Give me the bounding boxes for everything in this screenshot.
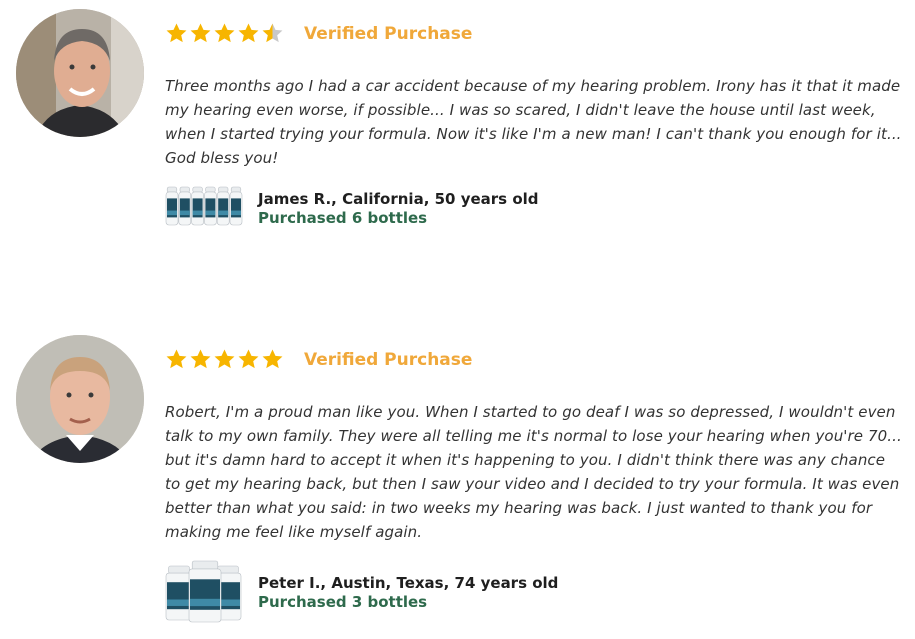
star-icon xyxy=(166,349,187,369)
verified-purchase-label: Verified Purchase xyxy=(304,350,473,370)
star-icon xyxy=(214,349,235,369)
star-icon xyxy=(190,349,211,369)
product-bottle-icon xyxy=(188,560,222,623)
star-icon xyxy=(262,349,283,369)
reviewer-avatar xyxy=(16,335,144,463)
star-rating xyxy=(165,348,284,374)
star-icon xyxy=(238,349,259,369)
purchase-count: Purchased 3 bottles xyxy=(258,593,428,611)
product-bottles-image xyxy=(165,560,245,624)
product-bottle-icon xyxy=(165,565,193,621)
review-card-2: Verified Purchase Robert, I'm a proud ma… xyxy=(0,0,915,639)
reviewer-name: Peter I., Austin, Texas, 74 years old xyxy=(258,574,559,592)
review-text: Robert, I'm a proud man like you. When I… xyxy=(165,403,902,541)
